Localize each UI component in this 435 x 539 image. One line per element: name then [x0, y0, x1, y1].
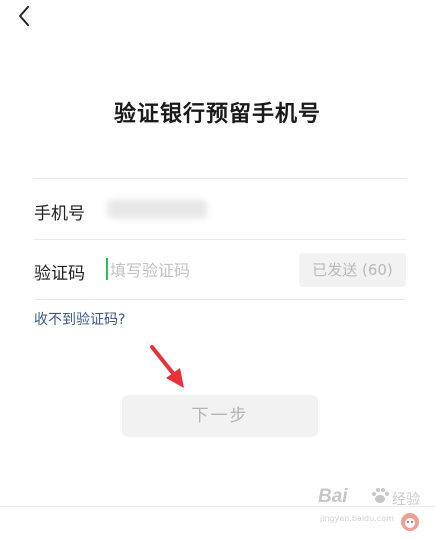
watermark-brand: Bai	[318, 486, 348, 507]
verification-code-input[interactable]	[110, 256, 290, 284]
chevron-left-icon	[19, 6, 29, 26]
phone-label: 手机号	[34, 204, 85, 224]
phone-number-value-masked	[107, 199, 207, 219]
no-code-help-link[interactable]: 收不到验证码?	[34, 309, 125, 329]
divider-middle	[34, 239, 406, 240]
red-arrow-icon	[150, 345, 184, 388]
next-step-button[interactable]: 下一步	[122, 395, 318, 437]
divider-bottom	[34, 299, 406, 300]
divider-top	[34, 178, 406, 179]
baidu-jingyan-watermark: Bai 经验 jingyan.baidu.com	[318, 484, 430, 534]
mascot-icon	[401, 513, 419, 531]
resend-code-button[interactable]: 已发送 (60)	[299, 253, 406, 287]
code-label: 验证码	[34, 264, 85, 284]
watermark-url: jingyan.baidu.com	[320, 514, 394, 523]
text-cursor	[106, 258, 108, 280]
back-button[interactable]	[12, 4, 36, 28]
paw-icon	[372, 488, 389, 503]
page-title: 验证银行预留手机号	[113, 102, 321, 127]
watermark-cn: 经验	[392, 492, 420, 508]
